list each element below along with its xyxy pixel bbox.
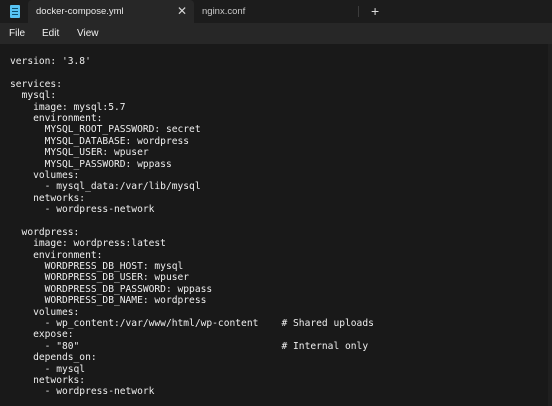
- code-line: MYSQL_PASSWORD: wppass: [10, 158, 172, 170]
- vertical-scrollbar[interactable]: [548, 44, 552, 406]
- code-line: environment:: [10, 112, 103, 124]
- code-line: mysql:: [10, 90, 57, 102]
- tab-nginx-conf[interactable]: nginx.conf: [196, 0, 356, 23]
- code-line: - wp_content:/var/www/html/wp-content # …: [10, 317, 374, 329]
- code-line: MYSQL_USER: wpuser: [10, 147, 149, 159]
- code-line: MYSQL_ROOT_PASSWORD: secret: [10, 124, 201, 136]
- code-content: version: '3.8' services: mysql: image: my…: [10, 56, 374, 398]
- code-line: wordpress:: [10, 226, 80, 238]
- code-line: volumes:: [10, 306, 80, 318]
- code-line: image: mysql:5.7: [10, 101, 126, 113]
- text-editor[interactable]: version: '3.8' services: mysql: image: my…: [0, 44, 552, 406]
- code-line: WORDPRESS_DB_PASSWORD: wppass: [10, 283, 213, 295]
- code-line: depends_on:: [10, 352, 97, 364]
- code-line: - wordpress-network: [10, 386, 155, 398]
- tab-divider: [358, 6, 359, 17]
- menu-file[interactable]: File: [9, 23, 25, 44]
- code-line: environment:: [10, 249, 103, 261]
- menu-bar: File Edit View: [0, 23, 552, 44]
- code-line: WORDPRESS_DB_NAME: wordpress: [10, 295, 207, 307]
- title-bar: docker-compose.yml ✕ nginx.conf +: [0, 0, 552, 23]
- notepad-app-icon: [10, 5, 20, 18]
- code-line: MYSQL_DATABASE: wordpress: [10, 135, 190, 147]
- tab-label: docker-compose.yml: [36, 6, 124, 17]
- code-line: WORDPRESS_DB_USER: wpuser: [10, 272, 190, 284]
- tab-label: nginx.conf: [202, 6, 246, 17]
- code-line: networks:: [10, 374, 86, 386]
- code-line: - mysql_data:/var/lib/mysql: [10, 181, 201, 193]
- code-line: - mysql: [10, 363, 86, 375]
- code-line: WORDPRESS_DB_HOST: mysql: [10, 261, 184, 273]
- code-line: expose:: [10, 329, 74, 341]
- code-line: - wordpress-network: [10, 204, 155, 216]
- new-tab-plus-icon[interactable]: +: [371, 0, 379, 23]
- code-line: networks:: [10, 192, 86, 204]
- code-line: services:: [10, 78, 62, 90]
- tab-docker-compose[interactable]: docker-compose.yml ✕: [28, 0, 194, 23]
- code-line: volumes:: [10, 169, 80, 181]
- code-line: - "80" # Internal only: [10, 340, 369, 352]
- menu-view[interactable]: View: [77, 23, 99, 44]
- menu-edit[interactable]: Edit: [42, 23, 59, 44]
- code-line: version: '3.8': [10, 56, 91, 67]
- code-line: image: wordpress:latest: [10, 238, 166, 250]
- close-icon[interactable]: ✕: [177, 0, 187, 23]
